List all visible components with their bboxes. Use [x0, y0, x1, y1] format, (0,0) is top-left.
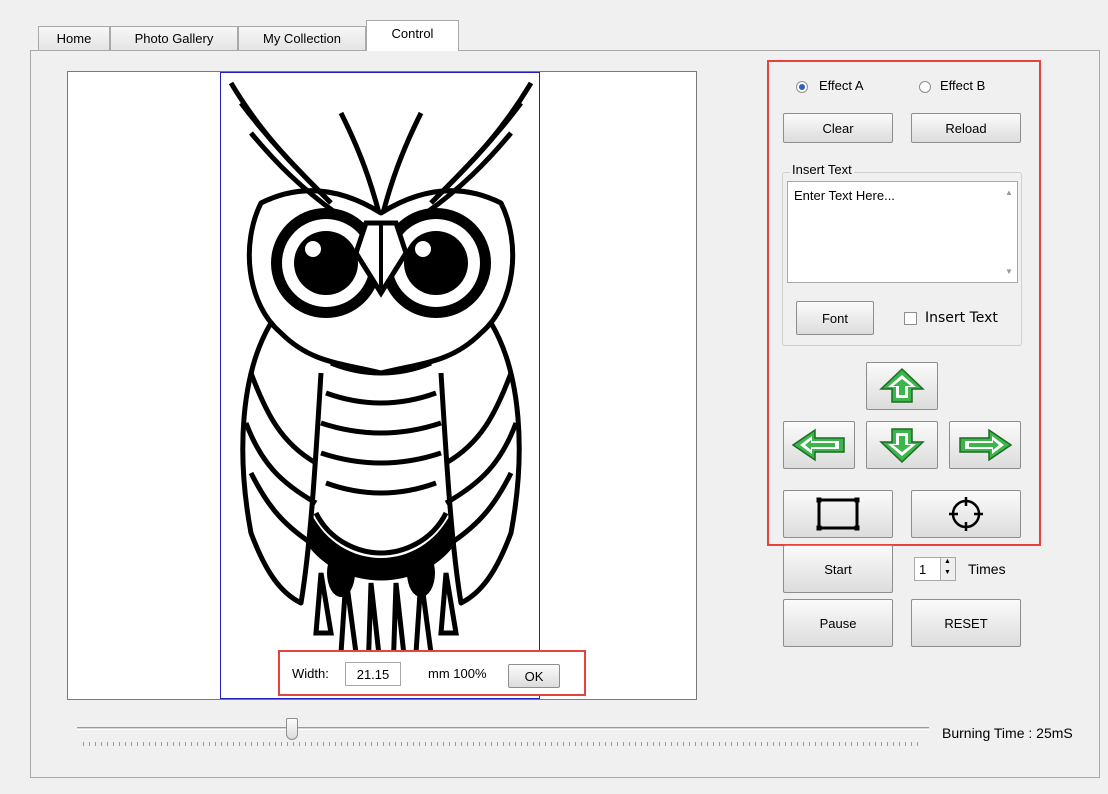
- arrow-left-icon: [791, 428, 845, 462]
- width-ok-button[interactable]: OK: [508, 664, 560, 688]
- times-label: Times: [968, 561, 1006, 577]
- reset-button[interactable]: RESET: [911, 599, 1021, 647]
- font-button[interactable]: Font: [796, 301, 874, 335]
- crosshair-icon: [949, 497, 983, 531]
- times-spinner[interactable]: 1 ▲ ▼: [914, 557, 956, 581]
- move-left-button[interactable]: [783, 421, 855, 469]
- move-up-button[interactable]: [866, 362, 938, 410]
- insert-text-value: Enter Text Here...: [794, 188, 895, 203]
- start-button[interactable]: Start: [783, 545, 893, 593]
- insert-text-group-label: Insert Text: [790, 162, 854, 177]
- textarea-scrollbar[interactable]: ▲ ▼: [1000, 182, 1017, 282]
- effect-b-label[interactable]: Effect B: [940, 78, 985, 93]
- insert-text-checkbox-label[interactable]: Insert Text: [925, 310, 998, 326]
- owl-illustration: [228, 81, 534, 676]
- reload-button[interactable]: Reload: [911, 113, 1021, 143]
- spinner-up-icon[interactable]: ▲: [944, 558, 951, 565]
- frame-rectangle-icon: [816, 497, 860, 531]
- insert-text-checkbox[interactable]: [904, 312, 917, 325]
- width-bar: Width: mm 100% OK: [278, 650, 586, 696]
- arrow-right-icon: [959, 428, 1013, 462]
- arrow-up-icon: [879, 367, 925, 403]
- owl-image[interactable]: [220, 72, 540, 699]
- width-unit-label: mm 100%: [428, 666, 487, 681]
- effect-a-label[interactable]: Effect A: [819, 78, 864, 93]
- insert-text-area[interactable]: Enter Text Here... ▲ ▼: [787, 181, 1018, 283]
- tab-control[interactable]: Control: [366, 20, 459, 51]
- tab-photo-gallery[interactable]: Photo Gallery: [110, 26, 238, 50]
- clear-button[interactable]: Clear: [783, 113, 893, 143]
- burning-time-slider[interactable]: [77, 727, 929, 730]
- arrow-down-icon: [879, 428, 925, 464]
- tab-my-collection[interactable]: My Collection: [238, 26, 366, 50]
- spinner-down-icon[interactable]: ▼: [944, 569, 951, 576]
- effect-b-radio[interactable]: [919, 81, 931, 93]
- burning-time-label: Burning Time : 25mS: [942, 725, 1073, 741]
- move-right-button[interactable]: [949, 421, 1021, 469]
- frame-button[interactable]: [783, 490, 893, 538]
- effect-a-radio[interactable]: [796, 81, 808, 93]
- center-button[interactable]: [911, 490, 1021, 538]
- scroll-up-icon[interactable]: ▲: [1005, 188, 1013, 197]
- move-down-button[interactable]: [866, 421, 938, 469]
- slider-ticks: [83, 742, 921, 746]
- pause-button[interactable]: Pause: [783, 599, 893, 647]
- slider-thumb[interactable]: [286, 718, 298, 740]
- spinner-buttons[interactable]: ▲ ▼: [940, 558, 955, 580]
- scroll-down-icon[interactable]: ▼: [1005, 267, 1013, 276]
- times-value: 1: [919, 562, 927, 577]
- width-label: Width:: [292, 666, 329, 681]
- tab-home[interactable]: Home: [38, 26, 110, 50]
- width-input[interactable]: [345, 662, 401, 686]
